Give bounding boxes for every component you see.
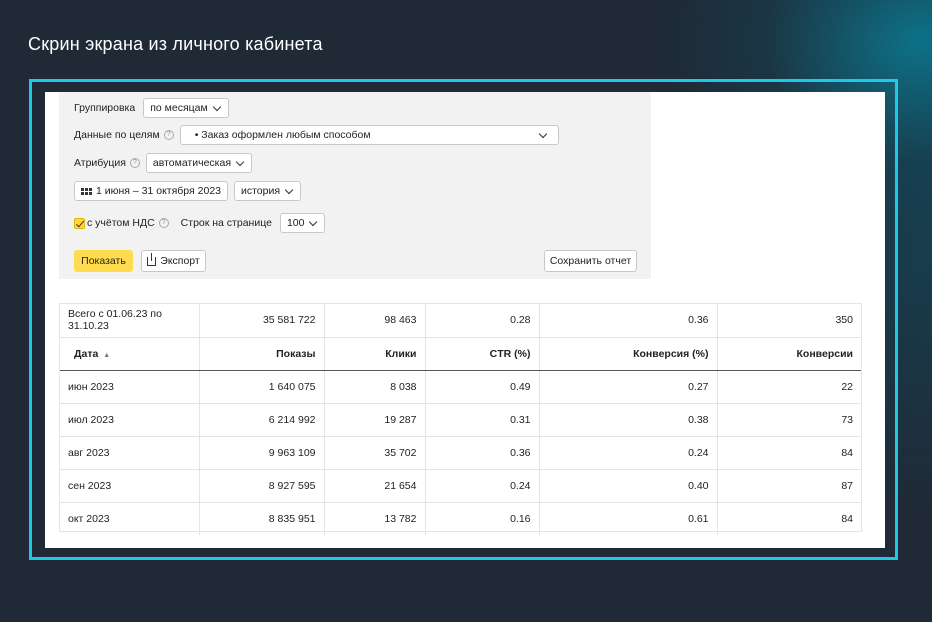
table-cell: 87 [717,469,861,503]
table-cell: 0.24 [539,436,718,470]
filters-panel: Группировка по месяцам Данные по целям ?… [59,92,651,279]
attribution-value: автоматическая [152,157,232,169]
table-row: июл 2023 6 214 992 19 287 0.31 0.38 73 [60,403,861,437]
rows-per-page-label: Строк на странице [180,217,272,229]
grouping-value: по месяцам [150,102,208,114]
table-cell: 21 654 [324,469,426,503]
totals-cell: 35 581 722 [199,304,325,338]
table-cell: 8 038 [324,370,426,404]
history-select[interactable]: история [234,181,302,201]
column-header-ctr[interactable]: CTR (%) [425,337,540,371]
table-cell: 84 [717,436,861,470]
save-report-button[interactable]: Сохранить отчет [544,250,637,272]
attribution-select[interactable]: автоматическая [145,153,253,173]
table-cell: 73 [717,403,861,437]
export-button-label: Экспорт [160,255,200,267]
table-row: окт 2023 8 835 951 13 782 0.16 0.61 84 [60,502,861,535]
chevron-down-icon [212,102,221,111]
totals-row: Всего с 01.06.23 по 31.10.23 35 581 722 … [60,304,861,338]
sort-asc-icon: ▲ [103,351,111,359]
table-cell: 19 287 [324,403,426,437]
column-header-clicks[interactable]: Клики [324,337,426,371]
chevron-down-icon [284,185,294,194]
table-cell: 0.16 [425,502,540,535]
totals-label: Всего с 01.06.23 по 31.10.23 [60,304,200,338]
grouping-select[interactable]: по месяцам [143,98,229,118]
table-cell: 0.40 [539,469,718,503]
date-cell: июл 2023 [60,403,200,437]
column-header-conversions[interactable]: Конверсии [717,337,861,371]
history-value: история [241,185,281,197]
table-row: июн 2023 1 640 075 8 038 0.49 0.27 22 [60,370,861,404]
column-header-date[interactable]: Дата ▲ [60,337,200,371]
page-heading: Скрин экрана из личного кабинета [28,34,323,54]
report-panel: Группировка по месяцам Данные по целям ?… [45,92,885,548]
vat-checkbox[interactable] [74,217,85,229]
table-cell: 0.61 [539,502,718,535]
table-cell: 0.24 [425,469,540,503]
help-icon[interactable]: ? [163,130,174,140]
table-cell: 13 782 [324,502,426,535]
help-icon[interactable]: ? [129,158,140,168]
column-header-shows[interactable]: Показы [199,337,325,371]
totals-cell: 0.28 [425,304,540,338]
date-cell: июн 2023 [60,370,200,404]
table-cell: 84 [841,512,853,525]
totals-cell: 0.36 [539,304,718,338]
help-icon[interactable]: ? [158,218,169,228]
table-cell: 22 [717,370,861,404]
date-range-value: 1 июня – 31 октября 2023 [96,185,221,197]
goals-select[interactable]: • Заказ оформлен любым способом [179,125,559,145]
column-header-date-label: Дата [74,347,99,360]
goals-label: Данные по целям [74,129,160,141]
date-cell: окт 2023 [60,502,200,535]
attribution-label: Атрибуция [74,157,126,169]
goals-value: • Заказ оформлен любым способом [194,129,371,141]
chevron-down-icon [538,129,547,138]
column-header-conversion-rate[interactable]: Конверсия (%) [539,337,718,371]
vat-label: с учётом НДС [87,217,155,229]
table-cell: 0.27 [539,370,718,404]
rows-per-page-value: 100 [286,217,305,229]
table-cell: 0.36 [425,436,540,470]
grouping-label: Группировка [74,102,136,114]
table-cell: 8 835 951 [199,502,325,535]
table-cell: 6 214 992 [199,403,325,437]
export-button[interactable]: Экспорт [141,250,206,272]
show-button[interactable]: Показать [74,250,133,272]
calendar-icon [81,187,92,195]
totals-cell: 98 463 [324,304,426,338]
chevron-down-icon [309,217,318,226]
chevron-down-icon [235,157,245,166]
table-cell: 9 963 109 [199,436,325,470]
header-row: Дата ▲ Показы Клики CTR (%) Конверсия (%… [60,337,861,371]
export-icon [147,252,157,266]
table-cell: 8 927 595 [199,469,325,503]
totals-cell: 350 [717,304,861,338]
rows-per-page-select[interactable]: 100 [279,213,326,233]
table-cell: 1 640 075 [199,370,325,404]
stats-table: Всего с 01.06.23 по 31.10.23 35 581 722 … [59,303,862,535]
table-cell: 35 702 [324,436,426,470]
date-range-picker[interactable]: 1 июня – 31 октября 2023 [74,181,228,201]
date-cell: сен 2023 [60,469,200,503]
table-cell: 0.31 [425,403,540,437]
table-row: сен 2023 8 927 595 21 654 0.24 0.40 87 [60,469,861,503]
table-cell: 0.38 [539,403,718,437]
table-row: авг 2023 9 963 109 35 702 0.36 0.24 84 [60,436,861,470]
table-cell: 0.49 [425,370,540,404]
date-cell: авг 2023 [60,436,200,470]
